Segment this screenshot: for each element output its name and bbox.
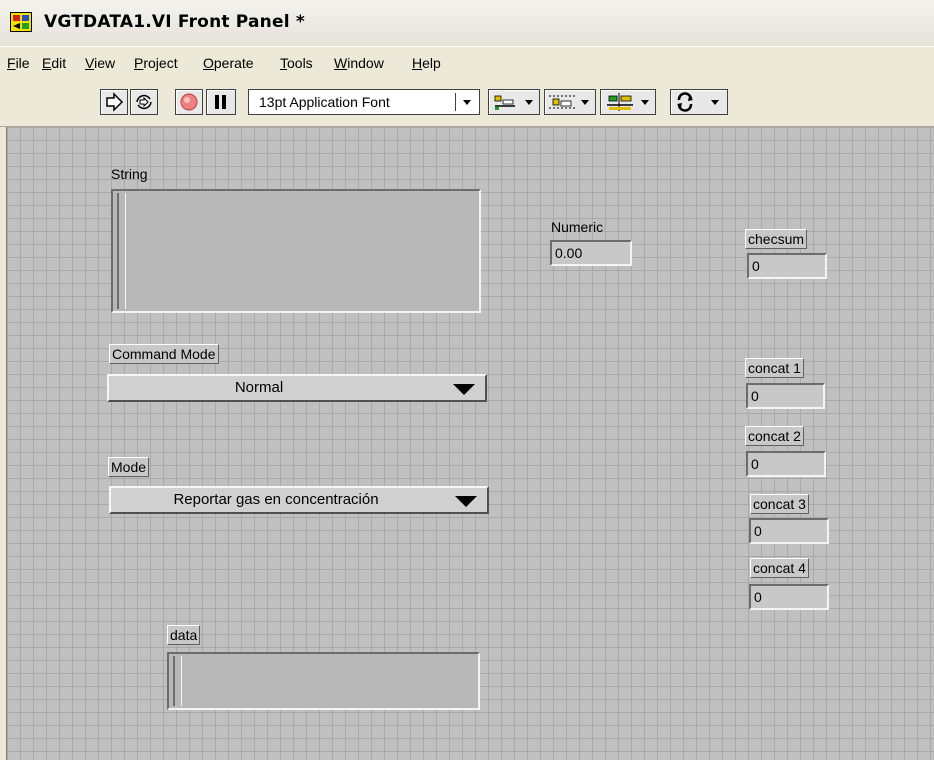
abort-button[interactable] bbox=[175, 89, 203, 115]
font-selector[interactable]: 13pt Application Font bbox=[248, 89, 480, 115]
dropdown-arrow-icon[interactable] bbox=[453, 384, 475, 395]
concat-4-value: 0 bbox=[754, 589, 762, 605]
front-panel[interactable]: String Numeric 0.00 checsum 0 Command Mo… bbox=[6, 127, 934, 760]
checksum-indicator[interactable]: 0 bbox=[747, 253, 827, 279]
concat-2-indicator[interactable]: 0 bbox=[746, 451, 826, 477]
string-control-scroll bbox=[117, 193, 126, 309]
command-mode-label: Command Mode bbox=[109, 344, 219, 364]
font-selector-divider bbox=[455, 93, 456, 111]
menu-bar: File Edit View Project Operate Tools Win… bbox=[0, 46, 934, 81]
data-indicator[interactable] bbox=[167, 652, 480, 710]
menu-edit[interactable]: Edit bbox=[42, 55, 66, 71]
mode-label: Mode bbox=[108, 457, 150, 477]
menu-help[interactable]: Help bbox=[412, 55, 441, 71]
menu-view[interactable]: View bbox=[85, 55, 115, 71]
concat-4-label: concat 4 bbox=[750, 558, 809, 578]
menu-project[interactable]: Project bbox=[134, 55, 178, 71]
data-indicator-scroll bbox=[173, 656, 182, 706]
concat-1-indicator[interactable]: 0 bbox=[746, 383, 825, 409]
title-bar: VGTDATA1.VI Front Panel * bbox=[0, 0, 934, 46]
concat-1-value: 0 bbox=[751, 388, 759, 404]
window-title: VGTDATA1.VI Front Panel * bbox=[44, 12, 305, 32]
menu-tools[interactable]: Tools bbox=[280, 55, 313, 71]
labview-vi-icon bbox=[10, 12, 32, 32]
concat-3-label: concat 3 bbox=[750, 494, 809, 514]
checksum-label: checsum bbox=[745, 229, 808, 249]
resize-objects-button[interactable] bbox=[600, 89, 656, 115]
run-button[interactable] bbox=[100, 89, 128, 115]
pause-button[interactable] bbox=[206, 89, 236, 115]
numeric-indicator[interactable]: 0.00 bbox=[550, 240, 632, 266]
data-label: data bbox=[167, 625, 201, 645]
concat-3-value: 0 bbox=[754, 523, 762, 539]
run-continuously-button[interactable] bbox=[130, 89, 158, 115]
toolbar: 13pt Application Font bbox=[0, 80, 934, 127]
distribute-objects-button[interactable] bbox=[544, 89, 596, 115]
mode-selector[interactable]: Reportar gas en concentración bbox=[109, 486, 489, 514]
reorder-button[interactable] bbox=[670, 89, 728, 115]
string-control[interactable] bbox=[111, 189, 481, 313]
concat-3-indicator[interactable]: 0 bbox=[749, 518, 829, 544]
numeric-value: 0.00 bbox=[555, 245, 583, 261]
dropdown-arrow-icon[interactable] bbox=[455, 496, 477, 507]
command-mode-selector[interactable]: Normal bbox=[107, 374, 487, 402]
mode-value: Reportar gas en concentración bbox=[173, 491, 379, 508]
concat-1-label: concat 1 bbox=[745, 358, 804, 378]
concat-2-value: 0 bbox=[751, 456, 759, 472]
menu-operate[interactable]: Operate bbox=[203, 55, 254, 71]
align-objects-button[interactable] bbox=[488, 89, 540, 115]
concat-4-indicator[interactable]: 0 bbox=[749, 584, 829, 610]
menu-window[interactable]: Window bbox=[334, 55, 384, 71]
checksum-value: 0 bbox=[752, 258, 760, 274]
numeric-label: Numeric bbox=[551, 219, 604, 235]
menu-file[interactable]: File bbox=[7, 55, 30, 71]
command-mode-value: Normal bbox=[234, 379, 284, 396]
chevron-down-icon bbox=[463, 100, 471, 105]
concat-2-label: concat 2 bbox=[745, 426, 804, 446]
font-selector-label: 13pt Application Font bbox=[259, 94, 390, 110]
string-label: String bbox=[111, 166, 148, 182]
